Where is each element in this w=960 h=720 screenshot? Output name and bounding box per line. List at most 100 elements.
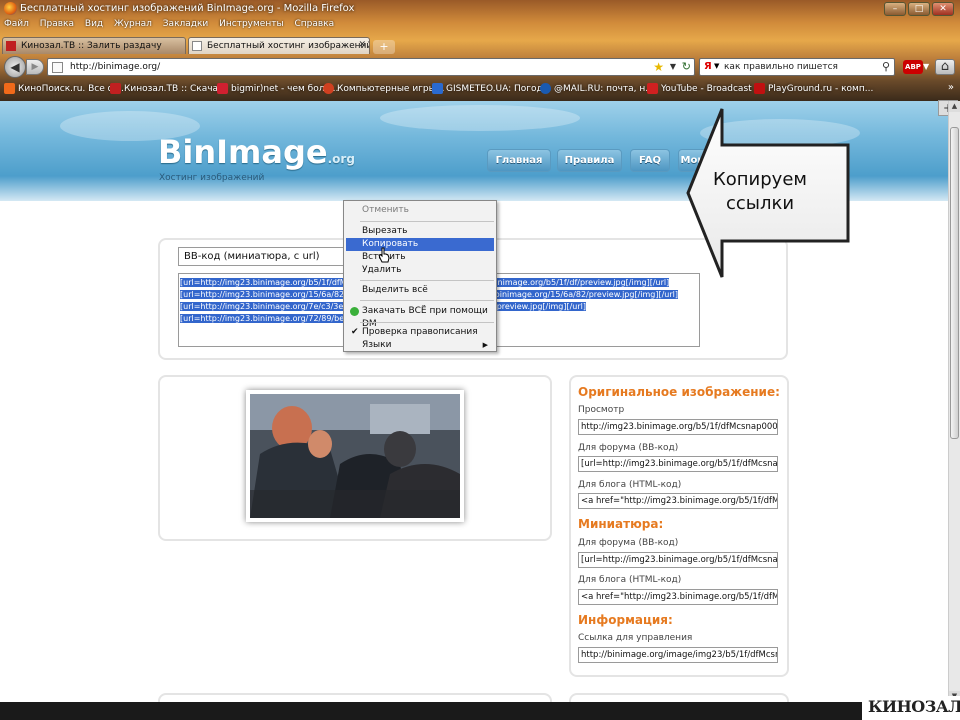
bookmark-label: PlayGround.ru - комп... xyxy=(768,84,874,94)
page-icon xyxy=(52,62,63,73)
forum-label: Для форума (BB-код) xyxy=(578,443,679,453)
menu-item-spellcheck[interactable]: ✔ Проверка правописания xyxy=(346,326,494,339)
bookmark-kinozal[interactable]: Кинозал.ТВ :: Скача... xyxy=(110,83,227,94)
menu-item-paste[interactable]: Вставить xyxy=(346,251,494,264)
menu-file[interactable]: Файл xyxy=(4,19,29,29)
tab-label: Кинозал.ТВ :: Залить раздачу xyxy=(21,41,162,51)
new-tab-button[interactable]: + xyxy=(373,40,395,54)
view-link-field[interactable]: http://img23.binimage.org/b5/1f/dfMcsnap… xyxy=(578,419,778,435)
vertical-scrollbar[interactable]: ▲ ▼ xyxy=(948,101,960,702)
menu-item-label: Удалить xyxy=(362,265,402,275)
forward-button[interactable]: ▶ xyxy=(26,59,44,75)
nav-faq[interactable]: FAQ xyxy=(630,149,670,172)
thumbnail-frame[interactable] xyxy=(246,390,464,522)
bookmark-gismeteo[interactable]: GISMETEO.UA: Погод... xyxy=(432,83,551,94)
kinozal-icon xyxy=(6,41,16,51)
callout-line: ссылки xyxy=(725,193,795,214)
menu-edit[interactable]: Правка xyxy=(40,19,74,29)
mailru-icon xyxy=(540,83,551,94)
tab-strip: Кинозал.ТВ :: Залить раздачу Бесплатный … xyxy=(0,36,960,55)
thumb-blog-field[interactable]: <a href="http://img23.binimage.org/b5/1f… xyxy=(578,589,778,605)
kinozal-watermark: КИНОЗАЛ.ТВ xyxy=(862,696,960,720)
context-menu: Отменить Вырезать Копировать Вставить Уд… xyxy=(343,200,497,352)
playground-icon xyxy=(754,83,765,94)
thumb-forum-field[interactable]: [url=http://img23.binimage.org/b5/1f/dfM… xyxy=(578,552,778,568)
minimize-button[interactable]: – xyxy=(884,2,906,16)
navigation-bar: ◀ ▶ http://binimage.org/ ★ ▼ ↻ Я ▼ как п… xyxy=(0,56,960,78)
bookmark-kinopoisk[interactable]: КиноПоиск.ru. Все ф... xyxy=(4,83,124,94)
adblock-icon[interactable]: ABP xyxy=(903,60,923,74)
chevron-right-icon[interactable]: » xyxy=(948,82,954,93)
blog-label: Для блога (HTML-код) xyxy=(578,480,682,490)
search-input[interactable]: как правильно пишется xyxy=(724,62,838,72)
chevron-down-icon[interactable]: ▼ xyxy=(670,62,676,71)
close-tab-icon[interactable]: ✕ xyxy=(358,40,366,50)
manage-link-field[interactable]: http://binimage.org/image/img23/b5/1f/df… xyxy=(578,647,778,663)
maximize-button[interactable]: □ xyxy=(908,2,930,16)
menu-bar: Файл Правка Вид Журнал Закладки Инструме… xyxy=(0,19,338,35)
menu-view[interactable]: Вид xyxy=(85,19,103,29)
menu-separator xyxy=(360,280,494,281)
logo-text: BinImage xyxy=(158,133,328,171)
close-button[interactable]: ✕ xyxy=(932,2,954,16)
bookmark-mailru[interactable]: @MAIL.RU: почта, н... xyxy=(540,83,654,94)
bookmark-label: КиноПоиск.ru. Все ф... xyxy=(18,84,124,94)
scrollbar-thumb[interactable] xyxy=(950,127,959,439)
bookmark-games[interactable]: Компьютерные игры... xyxy=(323,83,444,94)
kinopoisk-icon xyxy=(4,83,15,94)
menu-item-cut[interactable]: Вырезать xyxy=(346,225,494,238)
download-master-icon xyxy=(350,307,359,316)
chevron-down-icon[interactable]: ▼ xyxy=(923,62,929,71)
view-label: Просмотр xyxy=(578,405,625,415)
site-logo[interactable]: BinImage.org xyxy=(158,133,355,171)
thumb-forum-label: Для форума (BB-код) xyxy=(578,538,679,548)
title-bar: Бесплатный хостинг изображений BinImage.… xyxy=(0,0,960,18)
menu-item-label: Вырезать xyxy=(362,226,408,236)
nav-rules[interactable]: Правила xyxy=(557,149,622,172)
chevron-down-icon[interactable]: ▼ xyxy=(714,62,719,70)
bookmark-youtube[interactable]: YouTube - Broadcast ... xyxy=(647,83,763,94)
bookmark-bigmir[interactable]: bigmir)net - чем боль... xyxy=(217,83,338,94)
select-value: BB-код (миниатюра, с url) xyxy=(184,251,320,262)
menu-item-undo[interactable]: Отменить xyxy=(346,204,494,217)
url-bar[interactable]: http://binimage.org/ ★ ▼ ↻ xyxy=(47,58,695,76)
menu-bookmarks[interactable]: Закладки xyxy=(163,19,209,29)
menu-separator xyxy=(360,322,494,323)
bigmir-icon xyxy=(217,83,228,94)
tab-kinozal[interactable]: Кинозал.ТВ :: Залить раздачу xyxy=(2,37,186,54)
back-button[interactable]: ◀ xyxy=(4,56,26,78)
firefox-icon xyxy=(4,2,17,15)
bottom-panel xyxy=(569,693,789,702)
thumb-blog-label: Для блога (HTML-код) xyxy=(578,575,682,585)
nav-home[interactable]: Главная xyxy=(487,149,551,172)
search-icon[interactable]: ⚲ xyxy=(882,60,890,73)
original-heading: Оригинальное изображение: xyxy=(578,385,780,399)
menu-item-download-master[interactable]: Закачать ВСЁ при помощи DM xyxy=(346,305,494,329)
reload-icon[interactable]: ↻ xyxy=(682,60,691,73)
home-button[interactable]: ⌂ xyxy=(935,59,955,75)
menu-item-copy[interactable]: Копировать xyxy=(346,238,494,251)
search-bar[interactable]: Я ▼ как правильно пишется ⚲ xyxy=(699,58,895,76)
taskbar xyxy=(0,702,960,720)
menu-tools[interactable]: Инструменты xyxy=(219,19,283,29)
callout-line: Копируем xyxy=(713,169,807,190)
bookmark-label: Компьютерные игры... xyxy=(337,84,445,94)
browser-chrome: Бесплатный хостинг изображений BinImage.… xyxy=(0,0,960,101)
menu-item-select-all[interactable]: Выделить всё xyxy=(346,284,494,297)
callout-text: Копируем ссылки xyxy=(708,168,812,216)
menu-separator xyxy=(360,221,494,222)
blog-code-field[interactable]: <a href="http://img23.binimage.org/b5/1f… xyxy=(578,493,778,509)
bookmark-star-icon[interactable]: ★ xyxy=(653,60,664,74)
forum-code-field[interactable]: [url=http://img23.binimage.org/b5/1f/dfM… xyxy=(578,456,778,472)
bookmark-label: YouTube - Broadcast ... xyxy=(661,84,764,94)
menu-item-languages[interactable]: Языки ▶ xyxy=(346,339,494,352)
menu-separator xyxy=(360,300,494,301)
page-icon xyxy=(192,41,202,51)
menu-history[interactable]: Журнал xyxy=(114,19,152,29)
menu-help[interactable]: Справка xyxy=(294,19,334,29)
tab-binimage[interactable]: Бесплатный хостинг изображений BinI... ✕ xyxy=(188,37,370,54)
yandex-icon[interactable]: Я xyxy=(704,61,712,72)
menu-item-delete[interactable]: Удалить xyxy=(346,264,494,277)
bookmark-playground[interactable]: PlayGround.ru - комп... xyxy=(754,83,873,94)
scroll-up-icon[interactable]: ▲ xyxy=(949,101,960,112)
